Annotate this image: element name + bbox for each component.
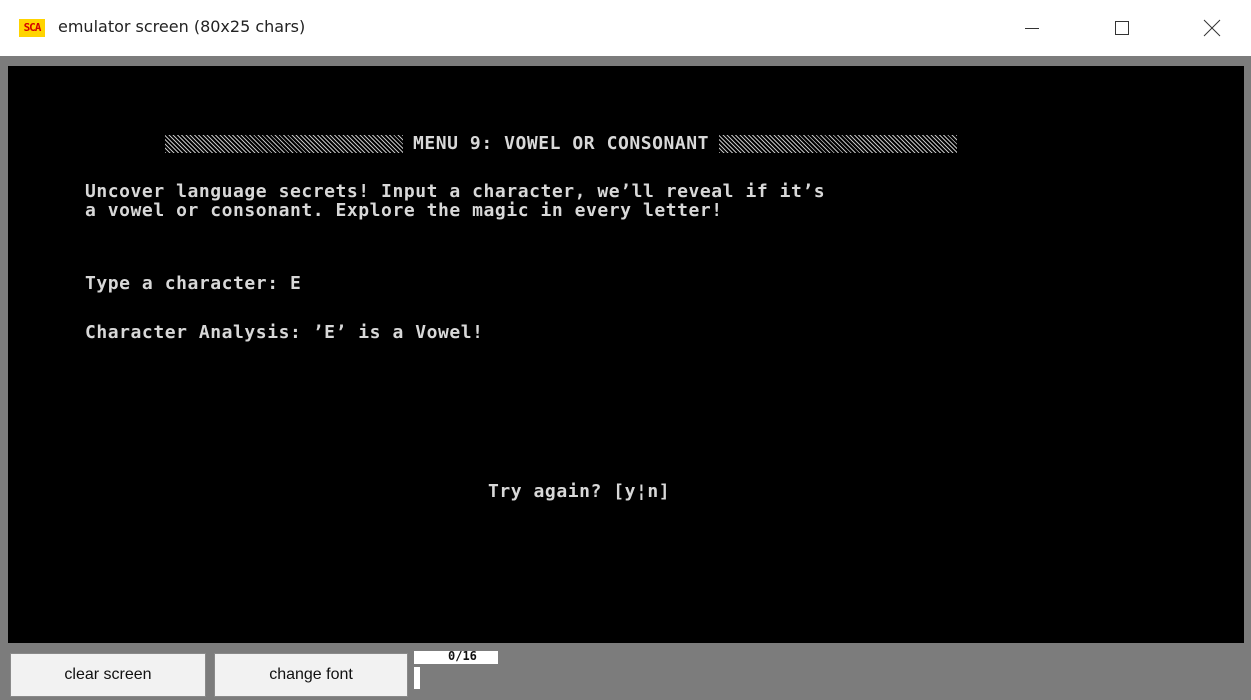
character-prompt: Type a character: E: [85, 273, 302, 294]
change-font-button[interactable]: change font: [214, 653, 408, 697]
maximize-icon: [1114, 20, 1130, 36]
intro-text-line-2: a vowel or consonant. Explore the magic …: [85, 200, 723, 221]
close-icon: [1203, 19, 1221, 37]
input-counter: 0/16: [448, 649, 477, 663]
menu-header: MENU 9: VOWEL OR CONSONANT: [165, 133, 958, 154]
menu-decoration-left: [165, 135, 403, 153]
title-bar: SCA emulator screen (80x25 chars): [0, 0, 1251, 56]
app-icon: SCA: [19, 19, 45, 37]
terminal-screen[interactable]: MENU 9: VOWEL OR CONSONANT Uncover langu…: [8, 66, 1244, 643]
intro-text-line-1: Uncover language secrets! Input a charac…: [85, 181, 826, 202]
minimize-icon: [1024, 20, 1040, 36]
retry-prompt: Try again? [y¦n]: [488, 481, 671, 502]
window-title: emulator screen (80x25 chars): [58, 17, 306, 36]
menu-decoration-right: [719, 135, 958, 153]
analysis-result: Character Analysis: ’E’ is a Vowel!: [85, 322, 484, 343]
close-button[interactable]: [1183, 0, 1241, 56]
minimize-button[interactable]: [1003, 0, 1061, 56]
clear-screen-button[interactable]: clear screen: [10, 653, 206, 697]
maximize-button[interactable]: [1093, 0, 1151, 56]
menu-title: MENU 9: VOWEL OR CONSONANT: [413, 133, 710, 154]
input-level-bar: [414, 667, 420, 689]
